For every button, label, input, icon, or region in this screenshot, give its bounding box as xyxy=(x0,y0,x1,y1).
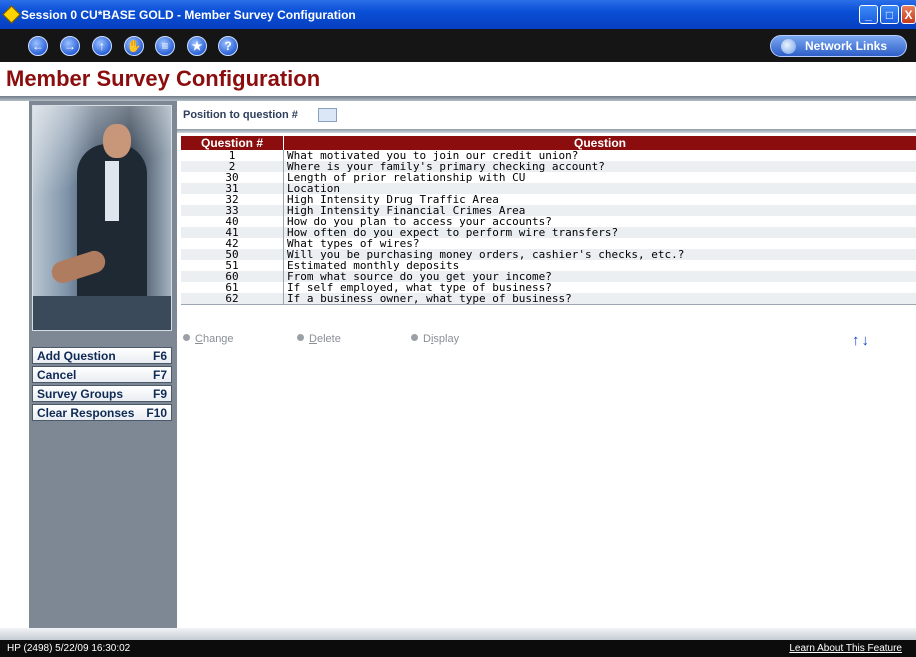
network-links-label: Network Links xyxy=(805,39,888,53)
add-question-key: F6 xyxy=(152,349,167,363)
cancel-label: Cancel xyxy=(37,368,77,382)
delete-hotkey: D xyxy=(309,333,317,345)
page-title: Member Survey Configuration xyxy=(6,66,321,91)
survey-groups-key: F9 xyxy=(152,387,167,401)
position-question-input[interactable] xyxy=(318,108,337,122)
clear-responses-button[interactable]: Clear Responses F10 xyxy=(32,404,172,421)
change-label: hange xyxy=(202,333,234,345)
display-dot-icon xyxy=(411,334,418,341)
question-text-cell: If a business owner, what type of busine… xyxy=(283,293,916,305)
questions-table-body: 1 What motivated you to join our credit u… xyxy=(181,150,916,305)
delete-option[interactable]: Delete xyxy=(297,333,341,345)
main-content: Position to question # Question # Questi… xyxy=(175,101,916,628)
action-buttons: Add Question F6 Cancel F7 Survey Groups … xyxy=(32,347,172,423)
status-text: HP (2498) 5/22/09 16:30:02 xyxy=(7,643,131,654)
scroll-arrows-icon[interactable]: ↑↓ xyxy=(852,332,871,349)
change-option[interactable]: Change xyxy=(183,333,234,345)
change-dot-icon xyxy=(183,334,190,341)
network-links-button[interactable]: Network Links xyxy=(770,35,907,57)
back-icon[interactable]: ← xyxy=(28,36,48,56)
column-header-question[interactable]: Question xyxy=(283,136,916,150)
display-first: D xyxy=(423,333,431,345)
delete-label: elete xyxy=(316,333,341,345)
position-label: Position to question # xyxy=(183,109,298,121)
question-number-cell: 62 xyxy=(181,293,284,305)
forward-icon[interactable]: → xyxy=(60,36,80,56)
favorites-star-icon[interactable]: ★ xyxy=(187,36,207,56)
maximize-button[interactable]: □ xyxy=(880,5,899,24)
clear-responses-label: Clear Responses xyxy=(37,406,135,420)
status-bar: HP (2498) 5/22/09 16:30:02 Learn About T… xyxy=(0,640,916,657)
left-sidebar: Add Question F6 Cancel F7 Survey Groups … xyxy=(29,101,175,628)
row-options: Change Delete Display ↑↓ xyxy=(177,332,916,349)
table-row[interactable]: 62 If a business owner, what type of busi… xyxy=(181,293,916,305)
help-icon[interactable]: ? xyxy=(218,36,238,56)
survey-groups-button[interactable]: Survey Groups F9 xyxy=(32,385,172,402)
globe-icon xyxy=(781,39,796,54)
add-question-label: Add Question xyxy=(37,349,116,363)
status-divider xyxy=(0,628,916,640)
questions-table: Question # Question 1 What motivated you … xyxy=(181,136,916,305)
app-icon xyxy=(2,5,21,24)
table-header-row: Question # Question xyxy=(181,136,916,150)
question-text-cell: Length of prior relationship with CU xyxy=(283,172,916,183)
column-header-question-number[interactable]: Question # xyxy=(181,136,284,150)
businessman-photo xyxy=(32,105,172,331)
delete-dot-icon xyxy=(297,334,304,341)
clear-responses-key: F10 xyxy=(146,406,167,420)
add-question-button[interactable]: Add Question F6 xyxy=(32,347,172,364)
survey-groups-label: Survey Groups xyxy=(37,387,124,401)
display-option[interactable]: Display xyxy=(411,333,459,345)
close-button[interactable]: X xyxy=(901,5,916,24)
print-icon[interactable]: ≡ xyxy=(155,36,175,56)
toolbar: ← → ↑ ✋ ≡ ★ ? Network Links xyxy=(0,29,916,62)
learn-about-feature-link[interactable]: Learn About This Feature xyxy=(789,643,902,654)
change-hotkey: C xyxy=(195,333,203,345)
cancel-button[interactable]: Cancel F7 xyxy=(32,366,172,383)
stop-hand-icon[interactable]: ✋ xyxy=(124,36,144,56)
table-top-divider xyxy=(177,129,916,133)
page-header: Member Survey Configuration xyxy=(0,62,916,97)
window-titlebar: Session 0 CU*BASE GOLD - Member Survey C… xyxy=(0,0,916,29)
window-title: Session 0 CU*BASE GOLD - Member Survey C… xyxy=(21,8,356,22)
up-icon[interactable]: ↑ xyxy=(92,36,112,56)
minimize-button[interactable]: _ xyxy=(859,5,878,24)
cancel-key: F7 xyxy=(152,368,167,382)
display-label: isplay xyxy=(430,333,460,345)
